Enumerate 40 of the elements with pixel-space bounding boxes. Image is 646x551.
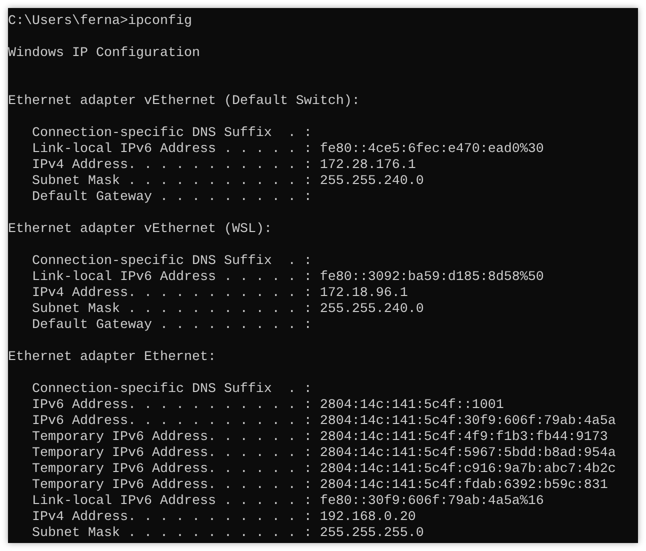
field-value: 2804:14c:141:5c4f:30f9:606f:79ab:4a5a [320, 414, 616, 430]
field-label: Temporary IPv6 Address. . . . . . : [32, 446, 312, 462]
field-label: Subnet Mask . . . . . . . . . . . : [32, 302, 312, 318]
field-label: Link-local IPv6 Address . . . . . : [32, 142, 312, 158]
field-value: 172.28.176.1 [320, 158, 416, 174]
field-label: IPv6 Address. . . . . . . . . . . : [32, 398, 312, 414]
field-value: 2804:14c:141:5c4f:4f9:f1b3:fb44:9173 [320, 430, 608, 446]
field-value: 255.255.255.0 [320, 526, 424, 542]
field-label: Default Gateway . . . . . . . . . : [32, 190, 312, 206]
field-label: IPv4 Address. . . . . . . . . . . : [32, 286, 312, 302]
field-label: Subnet Mask . . . . . . . . . . . : [32, 526, 312, 542]
field-label: Subnet Mask . . . . . . . . . . . : [32, 174, 312, 190]
field-value: 2804:14c:141:5c4f:c916:9a7b:abc7:4b2c [320, 462, 616, 478]
section-heading: Ethernet adapter vEthernet (WSL): [8, 222, 272, 238]
field-value: 192.168.0.20 [320, 510, 416, 526]
section-heading: Windows IP Configuration [8, 46, 200, 62]
field-value: 2804:14c:141:5c4f:fdab:6392:b59c:831 [320, 478, 608, 494]
section-heading: Ethernet adapter vEthernet (Default Switch): [8, 94, 360, 110]
field-label: Default Gateway . . . . . . . . . : [32, 318, 312, 334]
field-label: Link-local IPv6 Address . . . . . : [32, 494, 312, 510]
field-value: fe80::3092:ba59:d185:8d58%50 [320, 270, 544, 286]
field-label: Connection-specific DNS Suffix . : [32, 126, 312, 142]
field-value: fe80::4ce5:6fec:e470:ead0%30 [320, 142, 544, 158]
section-heading: Ethernet adapter Ethernet: [8, 350, 216, 366]
field-label: Temporary IPv6 Address. . . . . . : [32, 462, 312, 478]
field-value: 2804:14c:141:5c4f:5967:5bdd:b8ad:954a [320, 446, 616, 462]
field-label: Connection-specific DNS Suffix . : [32, 254, 312, 270]
field-value: 255.255.240.0 [320, 302, 424, 318]
field-label: IPv6 Address. . . . . . . . . . . : [32, 414, 312, 430]
field-value: 2804:14c:141:5c4f::1001 [320, 398, 504, 414]
field-label: IPv4 Address. . . . . . . . . . . : [32, 158, 312, 174]
field-label: Connection-specific DNS Suffix . : [32, 382, 312, 398]
field-label: Temporary IPv6 Address. . . . . . : [32, 430, 312, 446]
field-value: 255.255.240.0 [320, 174, 424, 190]
field-label: Temporary IPv6 Address. . . . . . : [32, 478, 312, 494]
field-label: IPv4 Address. . . . . . . . . . . : [32, 510, 312, 526]
field-value: fe80::30f9:606f:79ab:4a5a%16 [320, 494, 544, 510]
field-label: Link-local IPv6 Address . . . . . : [32, 270, 312, 286]
command-line: C:\Users\ferna>ipconfig [8, 14, 192, 30]
field-value: 172.18.96.1 [320, 286, 408, 302]
